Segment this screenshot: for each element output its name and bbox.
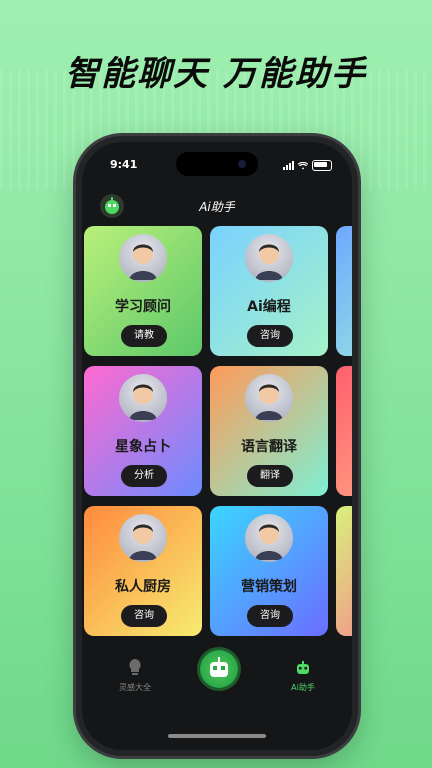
translator-avatar-icon xyxy=(245,374,293,422)
status-icons xyxy=(283,160,332,171)
assistant-card-title: 营销策划 xyxy=(241,579,297,595)
assistant-card[interactable]: 语言翻译 翻译 xyxy=(210,366,328,496)
assistant-card-title: 学习顾问 xyxy=(115,299,171,315)
programmer-avatar-icon xyxy=(245,234,293,282)
assistant-card[interactable]: 营销策划 咨询 xyxy=(210,506,328,636)
tab-ai-assistant-label: Ai助手 xyxy=(291,683,315,692)
home-indicator xyxy=(168,734,266,738)
assistant-card[interactable]: 健身教练咨询 xyxy=(336,506,352,636)
assistant-card-button[interactable]: 咨询 xyxy=(121,605,167,627)
assistant-card[interactable]: 私人厨房 咨询 xyxy=(84,506,202,636)
marketing-avatar-icon xyxy=(245,514,293,562)
battery-icon xyxy=(312,160,332,171)
status-bar: 9:41 xyxy=(82,152,352,178)
assistant-card-button[interactable]: 咨询 xyxy=(247,325,293,347)
assistant-card-button[interactable]: 翻译 xyxy=(247,465,293,487)
assistant-card-title: 健身教练 xyxy=(336,576,352,596)
robot-icon xyxy=(297,661,309,674)
assistant-card-title: 星象占卜 xyxy=(115,439,171,455)
assistant-card[interactable]: 学习顾问 请教 xyxy=(84,226,202,356)
signal-icon xyxy=(283,161,294,170)
dynamic-island xyxy=(176,152,258,176)
assistant-card-title: 美食探店 xyxy=(336,436,352,456)
assistant-card[interactable]: 法律顾问咨询 xyxy=(336,226,352,356)
lightbulb-icon xyxy=(129,659,141,675)
nav-bar: Ai助手 xyxy=(82,190,352,220)
phone-screen: 9:41 Ai助手 学习顾问 请教 Ai编程 咨询 星象占卜 分析 语言翻译 翻… xyxy=(82,142,352,750)
assistant-card-button[interactable]: 请教 xyxy=(121,325,167,347)
page-title: Ai助手 xyxy=(199,200,235,214)
assistant-card[interactable]: Ai编程咨询 xyxy=(210,226,328,356)
assistant-card-title: 语言翻译 xyxy=(241,439,297,455)
tab-inspiration[interactable]: 灵感大全 xyxy=(110,658,160,693)
chef-avatar-icon xyxy=(119,514,167,562)
wifi-icon xyxy=(298,161,308,169)
phone-frame: 9:41 Ai助手 学习顾问 请教 Ai编程 咨询 星象占卜 分析 语言翻译 翻… xyxy=(76,136,358,756)
tab-ai-assistant[interactable]: Ai助手 xyxy=(278,660,328,693)
assistant-card-title: 私人厨房 xyxy=(115,579,171,595)
assistant-card-button[interactable]: 分析 xyxy=(121,465,167,487)
tab-bar: 灵感大全 Ai助手 xyxy=(82,642,352,722)
tab-inspiration-label: 灵感大全 xyxy=(119,683,151,692)
assistant-card-title: Ai编程 xyxy=(247,299,291,315)
assistant-card[interactable]: 星象占卜 分析 xyxy=(84,366,202,496)
headline: 智能聊天 万能助手 xyxy=(65,54,367,94)
graduate-avatar-icon xyxy=(119,234,167,282)
witch-avatar-icon xyxy=(119,374,167,422)
assistant-card-button[interactable]: 咨询 xyxy=(247,605,293,627)
assistant-grid: 学习顾问请教 Ai编程咨询 法律顾问咨询 星象占卜分析 语言翻译翻译 美食探店咨… xyxy=(82,226,352,640)
assistant-card-title: 法律顾问 xyxy=(336,296,352,316)
assistant-card[interactable]: 美食探店咨询 xyxy=(336,366,352,496)
status-time: 9:41 xyxy=(110,158,138,171)
center-robot-button[interactable] xyxy=(200,650,238,688)
robot-center-icon xyxy=(210,657,228,677)
